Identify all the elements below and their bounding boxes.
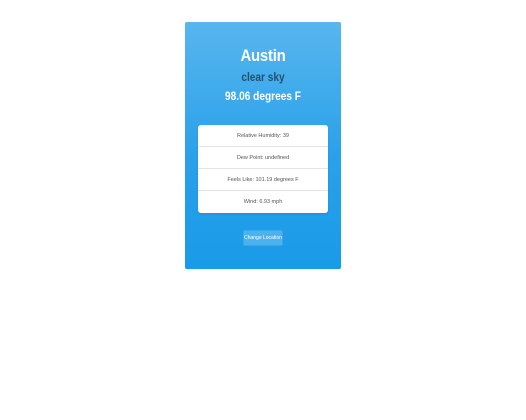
- weather-card: Austin clear sky 98.06 degrees F Relativ…: [185, 22, 341, 269]
- change-location-button[interactable]: Change Location: [244, 231, 282, 245]
- temperature: 98.06 degrees F: [225, 91, 301, 103]
- dew-point-item: Dew Point: undefined: [198, 147, 328, 169]
- wind-item: Wind: 6.93 mph: [243, 199, 283, 205]
- weather-condition: clear sky: [241, 72, 285, 84]
- page: Austin clear sky 98.06 degrees F Relativ…: [0, 0, 526, 420]
- weather-details-list: Relative Humidity: 39 Dew Point: undefin…: [198, 125, 328, 213]
- humidity-item: Relative Humidity: 39: [198, 125, 328, 147]
- city-name: Austin: [240, 46, 286, 65]
- feels-like-item: Feels Like: 101.19 degrees F: [198, 169, 328, 191]
